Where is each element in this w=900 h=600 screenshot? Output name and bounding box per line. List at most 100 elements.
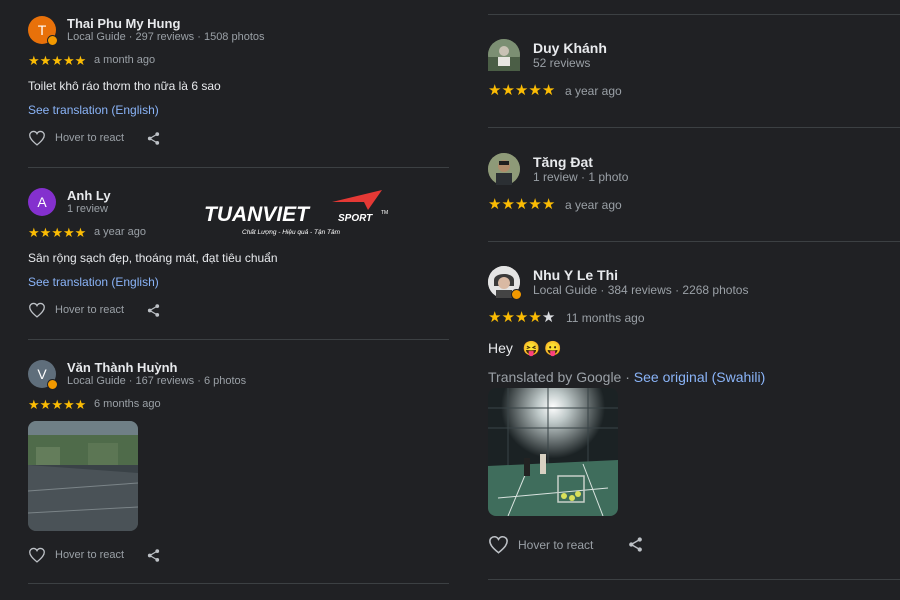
night-court-photo [488,388,618,516]
react-label: Hover to react [55,549,125,561]
star-icon: ★ [501,309,515,326]
share-icon [147,549,160,562]
divider [28,339,449,340]
divider [488,127,900,128]
reviewer-meta[interactable]: Local Guide · 167 reviews · 6 photos [67,375,246,387]
star-icon: ★ [514,196,529,213]
star-icon: ★ [488,82,502,99]
star-icon: ★ [488,196,502,213]
review-photo[interactable] [488,388,618,516]
see-translation-link[interactable]: See translation (English) [28,275,159,289]
share-icon [629,537,642,552]
star-rating: ★ ★ ★ ★ ★ [488,83,555,98]
empty-star-icon: ★ [541,309,556,326]
reviewer-name[interactable]: Văn Thành Huỳnh [67,360,178,375]
reviewer-meta[interactable]: 1 review · 1 photo [533,170,628,184]
avatar[interactable]: T [28,16,58,46]
review-date: 6 months ago [94,398,161,410]
profile-photo-icon [488,39,520,71]
reviewer-name[interactable]: Thai Phu My Hung [67,16,180,31]
react-label: Hover to react [55,132,125,144]
see-original-link[interactable]: See original (Swahili) [634,369,766,385]
logo-tagline: Chất Lượng - Hiệu quả - Tận Tâm [242,228,341,236]
star-icon: ★ [51,225,63,240]
share-button[interactable] [146,131,161,151]
heart-outline-icon [29,547,45,563]
reviewer-meta[interactable]: 52 reviews [533,56,590,70]
star-icon: ★ [528,82,542,99]
divider [488,579,900,580]
avatar[interactable]: A [28,188,56,216]
review-photo[interactable] [28,421,138,531]
share-icon [147,132,160,145]
tennis-court-photo [28,421,138,531]
star-icon: ★ [62,397,75,412]
star-rating: ★ ★ ★ ★ ★ [28,54,86,67]
star-icon: ★ [39,397,52,412]
star-icon: ★ [501,82,515,99]
share-button[interactable] [146,548,161,568]
avatar[interactable] [488,153,520,185]
star-icon: ★ [39,53,52,68]
react-label: Hover to react [55,304,125,316]
star-icon: ★ [28,225,40,240]
review-date: a year ago [565,198,622,212]
emoji-reaction: 😝 😛 [522,340,562,356]
react-button[interactable]: Hover to react [28,130,124,146]
reviewer-meta[interactable]: 1 review [67,203,108,215]
react-button[interactable]: Hover to react [28,547,124,563]
star-icon: ★ [528,196,542,213]
star-icon: ★ [488,309,502,326]
avatar[interactable] [488,266,522,300]
reviewer-meta[interactable]: Local Guide · 384 reviews · 2268 photos [533,283,748,297]
review-card: Duy Khánh 52 reviews ★ ★ ★ ★ ★ a year ag… [488,39,900,109]
tuanviet-sport-logo: TUANVIET SPORT TM Chất Lượng - Hiệu quả … [204,188,394,238]
star-icon: ★ [501,196,515,213]
star-icon: ★ [51,397,63,412]
see-translation-link[interactable]: See translation (English) [28,103,159,117]
reviewer-name[interactable]: Nhu Y Le Thi [533,267,618,283]
star-rating: ★ ★ ★ ★ ★ [488,310,555,325]
avatar[interactable] [488,39,520,71]
local-guide-badge-icon [511,289,522,300]
divider [488,241,900,242]
star-icon: ★ [541,196,556,213]
react-label: Hover to react [518,537,594,552]
star-icon: ★ [74,397,87,412]
share-button[interactable] [627,536,644,558]
star-icon: ★ [528,309,542,326]
logo-tm: TM [381,210,388,216]
translated-by-label: Translated by Google · [488,369,630,385]
share-icon [147,304,160,317]
local-guide-badge-icon [47,35,58,46]
star-icon: ★ [39,225,52,240]
logo-brand: TUANVIET [204,203,311,226]
star-rating: ★ ★ ★ ★ ★ [488,197,555,212]
translation-line: Translated by Google · See original (Swa… [488,369,765,385]
divider [488,14,900,15]
star-icon: ★ [514,82,529,99]
react-button[interactable]: Hover to react [28,302,124,318]
review-date: a year ago [94,226,146,238]
review-date: 11 months ago [566,311,645,325]
heart-outline-icon [29,302,45,318]
reviewer-name[interactable]: Tăng Đạt [533,154,593,170]
star-icon: ★ [51,53,63,68]
reviewer-meta[interactable]: Local Guide · 297 reviews · 1508 photos [67,31,265,43]
star-icon: ★ [28,53,40,68]
reviewer-name[interactable]: Anh Ly [67,188,111,203]
review-card: Nhu Y Le Thi Local Guide · 384 reviews ·… [488,266,900,566]
reviewer-name[interactable]: Duy Khánh [533,40,607,56]
review-card: Tăng Đạt 1 review · 1 photo ★ ★ ★ ★ ★ a … [488,153,900,223]
review-card: V Văn Thành Huỳnh Local Guide · 167 revi… [28,359,449,589]
star-icon: ★ [28,397,40,412]
star-icon: ★ [514,309,529,326]
star-rating: ★ ★ ★ ★ ★ [28,398,86,411]
review-text: Hey 😝 😛 [488,340,562,356]
avatar[interactable]: V [28,360,58,390]
share-button[interactable] [146,303,161,323]
react-button[interactable]: Hover to react [488,535,593,554]
star-icon: ★ [74,225,87,240]
divider [28,167,449,168]
star-icon: ★ [74,53,87,68]
